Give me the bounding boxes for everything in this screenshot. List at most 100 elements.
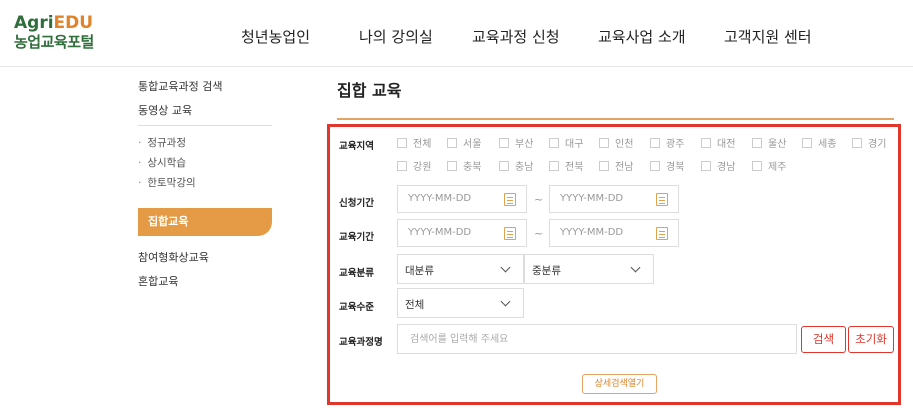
region-checkbox[interactable]: 전남 <box>599 161 633 175</box>
region-checkbox-label: 서울 <box>463 139 482 150</box>
checkbox-icon[interactable] <box>701 138 711 148</box>
checkbox-icon[interactable] <box>549 161 559 171</box>
search-button[interactable]: 검색 <box>801 326 846 353</box>
region-checkbox[interactable]: 경남 <box>701 161 735 175</box>
sidebar-item-group-education[interactable]: 집합교육 <box>138 208 272 236</box>
calendar-icon[interactable] <box>504 227 516 240</box>
checkbox-icon[interactable] <box>447 138 457 148</box>
sidebar-divider <box>138 125 272 126</box>
checkbox-icon[interactable] <box>650 138 660 148</box>
region-checkbox-label: 광주 <box>666 139 685 150</box>
region-checkbox-label: 제주 <box>768 162 787 173</box>
global-nav: 청년농업인 나의 강의실 교육과정 신청 교육사업 소개 고객지원 센터 <box>0 26 913 50</box>
region-checkbox[interactable]: 인천 <box>599 138 633 152</box>
checkbox-icon[interactable] <box>599 138 609 148</box>
checkbox-icon[interactable] <box>499 161 509 171</box>
sidebar-subitem-short-lecture[interactable]: 한토막강의 <box>138 175 195 190</box>
page-title: 집합 교육 <box>337 81 402 100</box>
region-checkbox-label: 대전 <box>717 139 736 150</box>
edu-start-date-placeholder: YYYY-MM-DD <box>408 227 472 238</box>
checkbox-icon[interactable] <box>752 161 762 171</box>
checkbox-icon[interactable] <box>397 161 407 171</box>
date-range-tilde: ~ <box>534 227 544 240</box>
nav-item-program-intro[interactable]: 교육사업 소개 <box>598 26 686 47</box>
reset-button[interactable]: 초기화 <box>848 326 894 353</box>
level-select[interactable]: 전체 <box>397 288 524 318</box>
checkbox-icon[interactable] <box>701 161 711 171</box>
edu-end-date-placeholder: YYYY-MM-DD <box>560 227 624 238</box>
region-checkbox[interactable]: 세종 <box>802 138 836 152</box>
region-checkbox-label: 충북 <box>463 162 482 173</box>
apply-start-date[interactable]: YYYY-MM-DD <box>397 185 527 213</box>
region-checkbox-label: 경기 <box>868 139 887 150</box>
sidebar-item-blended[interactable]: 혼합교육 <box>138 273 178 289</box>
checkbox-icon[interactable] <box>599 161 609 171</box>
nav-item-course-application[interactable]: 교육과정 신청 <box>472 26 560 47</box>
checkbox-icon[interactable] <box>549 138 559 148</box>
checkbox-icon[interactable] <box>752 138 762 148</box>
region-checkbox-label: 경북 <box>666 162 685 173</box>
header-divider <box>0 66 913 67</box>
sidebar-item-video-education[interactable]: 동영상 교육 <box>138 102 192 118</box>
region-checkbox[interactable]: 서울 <box>447 138 481 152</box>
region-checkbox[interactable]: 부산 <box>499 138 533 152</box>
category-major-select[interactable]: 대분류 <box>397 254 524 284</box>
calendar-icon[interactable] <box>656 227 668 240</box>
region-checkbox[interactable]: 광주 <box>650 138 684 152</box>
checkbox-icon[interactable] <box>447 161 457 171</box>
region-checkbox[interactable]: 충남 <box>499 161 533 175</box>
chevron-down-icon <box>500 262 511 273</box>
region-checkbox-label: 부산 <box>515 139 534 150</box>
edu-period-label: 교육기간 <box>339 232 374 243</box>
nav-item-my-classroom[interactable]: 나의 강의실 <box>359 26 433 47</box>
region-checkbox[interactable]: 대전 <box>701 138 735 152</box>
chevron-down-icon <box>500 296 511 307</box>
apply-end-date-placeholder: YYYY-MM-DD <box>560 193 624 204</box>
nav-item-youth-farmer[interactable]: 청년농업인 <box>241 26 310 47</box>
level-label: 교육수준 <box>339 302 374 313</box>
nav-item-support-center[interactable]: 고객지원 센터 <box>724 26 812 47</box>
sidebar-subitem-ongoing[interactable]: 상시학습 <box>138 155 186 170</box>
course-name-input[interactable] <box>397 324 797 354</box>
region-checkbox[interactable]: 울산 <box>752 138 786 152</box>
region-checkbox[interactable]: 전북 <box>549 161 583 175</box>
edu-end-date[interactable]: YYYY-MM-DD <box>549 219 679 247</box>
checkbox-icon[interactable] <box>397 138 407 148</box>
date-range-tilde: ~ <box>534 193 544 206</box>
sidebar-item-participatory-video[interactable]: 참여형화상교육 <box>138 249 209 265</box>
region-checkbox[interactable]: 경기 <box>852 138 886 152</box>
sidebar-item-integrated-search[interactable]: 통합교육과정 검색 <box>138 78 222 94</box>
category-major-value: 대분류 <box>405 265 434 277</box>
region-checkbox-label: 충남 <box>515 162 534 173</box>
region-checkbox[interactable]: 제주 <box>752 161 786 175</box>
region-checkbox[interactable]: 강원 <box>397 161 431 175</box>
calendar-icon[interactable] <box>656 193 668 206</box>
checkbox-icon[interactable] <box>650 161 660 171</box>
apply-end-date[interactable]: YYYY-MM-DD <box>549 185 679 213</box>
edu-start-date[interactable]: YYYY-MM-DD <box>397 219 527 247</box>
region-checkbox-label: 강원 <box>413 162 432 173</box>
title-underline <box>337 118 894 120</box>
region-checkbox[interactable]: 충북 <box>447 161 481 175</box>
calendar-icon[interactable] <box>504 193 516 206</box>
region-checkbox[interactable]: 전체 <box>397 138 431 152</box>
category-minor-select[interactable]: 중분류 <box>524 254 654 284</box>
region-checkbox-label: 전체 <box>413 139 432 150</box>
search-form: 교육지역 전체 서울 부산 대구 인천 광주 대전 울산 세종 경기 강원 충북 충남 전북 전남 경북 경남… <box>327 124 901 405</box>
region-checkbox-label: 울산 <box>768 139 787 150</box>
checkbox-icon[interactable] <box>802 138 812 148</box>
region-label: 교육지역 <box>339 141 374 152</box>
checkbox-icon[interactable] <box>499 138 509 148</box>
region-checkbox-label: 대구 <box>565 139 584 150</box>
region-checkbox[interactable]: 대구 <box>549 138 583 152</box>
apply-start-date-placeholder: YYYY-MM-DD <box>408 193 472 204</box>
sidebar-subitem-regular[interactable]: 정규과정 <box>138 135 186 150</box>
level-value: 전체 <box>405 299 425 311</box>
region-checkbox[interactable]: 경북 <box>650 161 684 175</box>
region-checkbox-label: 경남 <box>717 162 736 173</box>
detail-search-toggle-button[interactable]: 상세검색열기 <box>582 374 657 394</box>
category-label: 교육분류 <box>339 268 374 279</box>
apply-period-label: 신청기간 <box>339 198 374 209</box>
checkbox-icon[interactable] <box>852 138 862 148</box>
region-checkbox-label: 전남 <box>615 162 634 173</box>
